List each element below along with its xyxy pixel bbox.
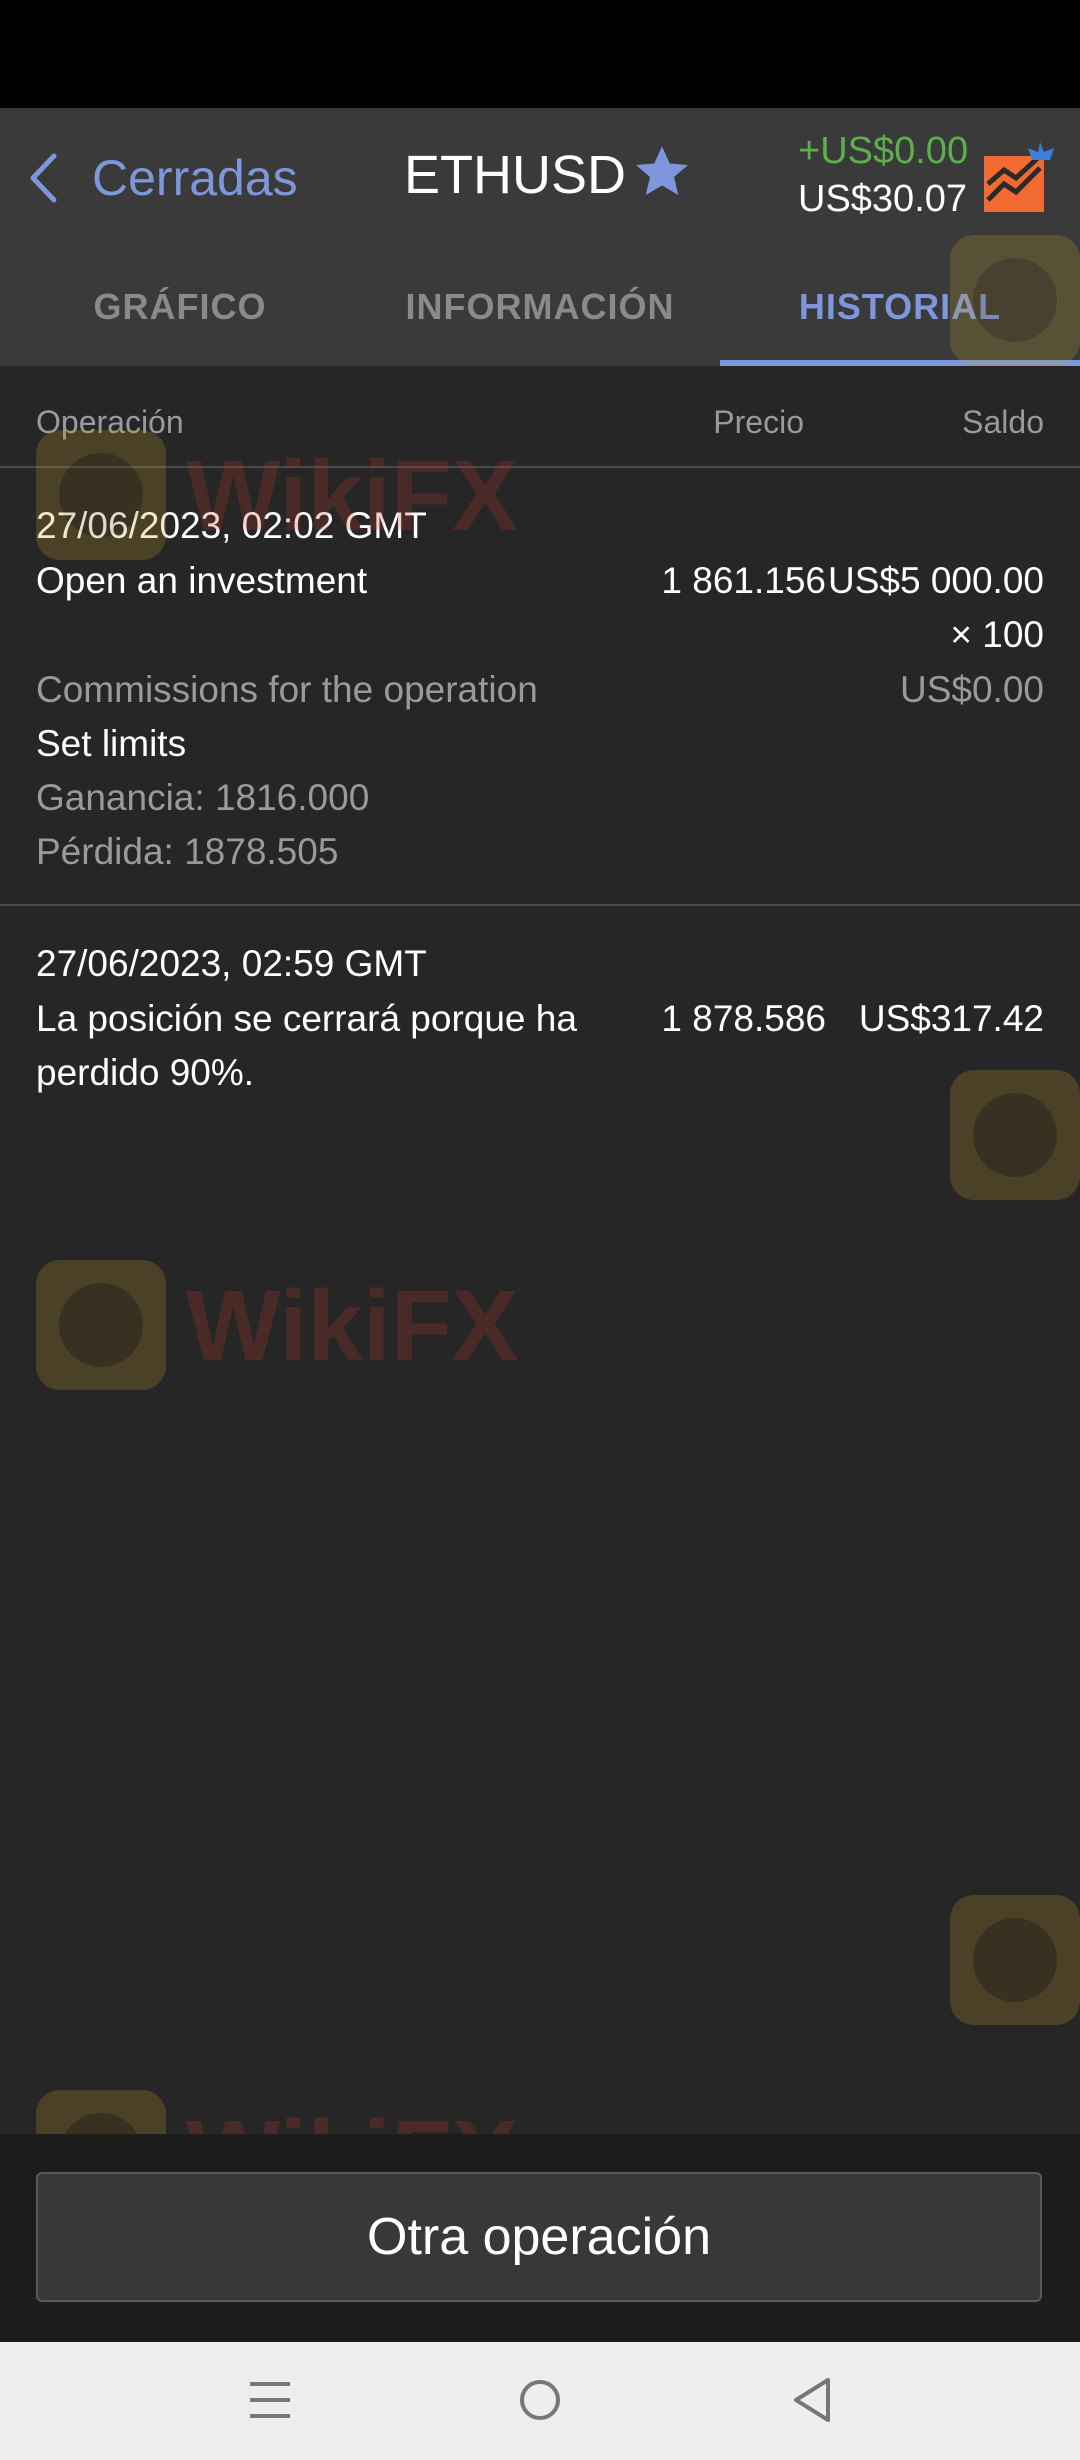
balance-block[interactable]: +US$0.00 US$30.07 (798, 128, 968, 224)
balance-total: US$30.07 (798, 178, 968, 220)
column-price: Precio (713, 404, 804, 440)
back-label: Cerradas (92, 150, 298, 206)
table-header: Operación Precio Saldo (0, 366, 1080, 468)
tab-informacion[interactable]: INFORMACIÓN (360, 248, 720, 366)
chevron-left-icon (30, 153, 57, 203)
status-bar (0, 0, 1080, 108)
new-operation-button[interactable]: Otra operación (36, 2172, 1042, 2302)
menu-icon[interactable] (248, 2370, 292, 2430)
instrument-title: ETHUSD (404, 145, 627, 205)
app-logo-icon[interactable] (982, 136, 1062, 216)
entry-price: 1 861.156 (661, 560, 826, 601)
take-profit: Ganancia: 1816.000 (36, 777, 370, 818)
watermark-logo-icon (950, 1895, 1080, 2040)
system-nav-bar (0, 2342, 1080, 2460)
entry-amount: US$317.42 (858, 998, 1044, 1039)
entry-price: 1 878.586 (661, 998, 826, 1039)
column-balance: Saldo (962, 404, 1044, 440)
entry-title-line2: perdido 90%. (36, 1052, 255, 1093)
commission-label: Commissions for the operation (36, 669, 538, 710)
bottom-action-bar: Otra operación (0, 2134, 1080, 2342)
tab-historial[interactable]: HISTORIAL (720, 248, 1080, 366)
watermark-logo-icon (950, 1070, 1080, 1215)
entry-date: 27/06/2023, 02:02 GMT (36, 505, 427, 546)
back-icon[interactable] (790, 2370, 834, 2430)
stop-loss: Pérdida: 1878.505 (36, 831, 339, 872)
entry-multiplier: × 100 (950, 614, 1044, 655)
home-icon[interactable] (518, 2370, 562, 2430)
tab-grafico[interactable]: GRÁFICO (0, 248, 360, 366)
watermark-text: WikiFX (186, 1270, 518, 1382)
entry-title-line1: La posición se cerrará porque ha (36, 998, 577, 1039)
entry-amount: US$5 000.00 (827, 560, 1044, 601)
watermark: WikiFX (36, 1240, 556, 1405)
star-icon[interactable] (632, 142, 692, 202)
limits-title: Set limits (36, 723, 187, 764)
entry-title: Open an investment (36, 560, 368, 601)
header: Cerradas ETHUSD +US$0.00 US$30.07 (0, 108, 1080, 248)
divider (0, 904, 1080, 906)
commission-value: US$0.00 (900, 669, 1044, 710)
back-button[interactable]: Cerradas (28, 148, 298, 208)
entry-date: 27/06/2023, 02:59 GMT (36, 943, 427, 984)
balance-change: +US$0.00 (798, 130, 969, 172)
column-operation: Operación (36, 404, 184, 440)
tab-bar: GRÁFICO INFORMACIÓN HISTORIAL (0, 248, 1080, 366)
